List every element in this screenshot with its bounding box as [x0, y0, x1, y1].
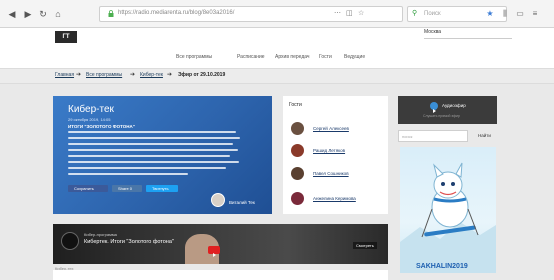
city-selector[interactable]: Москва — [424, 29, 441, 35]
guest-name[interactable]: Павел Сошников — [313, 171, 349, 176]
browser-search-placeholder: Поиск — [424, 11, 441, 17]
radio-label: Аудиоэфир — [442, 103, 466, 108]
live-radio-widget[interactable]: Аудиоэфир Слушать прямой эфир — [398, 96, 497, 124]
mascot-illustration — [400, 162, 496, 273]
guests-card: Гости Сергей Алексеев Рашид Летяков Паве… — [283, 96, 388, 214]
site-search-button[interactable]: Найти — [478, 133, 491, 138]
episode-subtitle: ИТОГИ "ЗОЛОТОГО ФОТОНА" — [68, 124, 135, 129]
breadcrumb-program[interactable]: Кибер-тек — [140, 72, 163, 78]
banner-caption: SAKHALIN2019 — [416, 263, 468, 270]
guest-name[interactable]: Анжелина Керимова — [313, 196, 356, 201]
description-line — [68, 131, 236, 133]
back-icon[interactable]: ◀ — [6, 8, 18, 20]
nav-guests[interactable]: Гости — [319, 54, 332, 60]
nav-schedule[interactable]: Расписание — [237, 54, 265, 60]
guest-avatar[interactable] — [291, 144, 304, 157]
bookmark-star-icon[interactable]: ★ — [485, 9, 495, 19]
episode-description — [68, 131, 243, 177]
sidebar-icon[interactable]: ▭ — [515, 9, 525, 19]
site-header — [0, 28, 554, 68]
lock-icon — [108, 10, 114, 17]
play-icon[interactable] — [430, 102, 438, 113]
description-line — [68, 143, 233, 145]
search-engine-icon: ⚲ — [412, 10, 418, 17]
episode-title: Кибер-тек — [68, 104, 114, 115]
reload-icon[interactable]: ↻ — [37, 8, 49, 20]
breadcrumb-home[interactable]: Главная — [55, 72, 74, 78]
breadcrumb — [0, 68, 554, 84]
description-line — [68, 173, 188, 175]
breadcrumb-arrow-icon: ➔ — [130, 72, 136, 78]
video-player[interactable]: Кибер-программа Кибертек. Итоги "Золотог… — [53, 224, 388, 264]
city-divider — [424, 38, 512, 39]
description-line — [68, 155, 230, 157]
watch-later-button[interactable]: Смотреть — [353, 242, 377, 249]
description-line — [68, 161, 239, 163]
share-twitter-label: Твитнуть — [152, 186, 169, 191]
sakhalin-banner[interactable]: SAKHALIN2019 — [400, 147, 496, 273]
channel-logo — [61, 232, 79, 250]
description-line — [68, 149, 238, 151]
site-search-placeholder: поиск — [402, 134, 413, 139]
guest-name[interactable]: Рашид Летяков — [313, 148, 345, 153]
share-save-label: Сохранить — [74, 186, 94, 191]
guest-avatar[interactable] — [291, 192, 304, 205]
breadcrumb-all-programs[interactable]: Все программы — [86, 72, 122, 78]
menu-icon[interactable]: ≡ — [530, 9, 540, 19]
play-icon[interactable] — [208, 246, 220, 257]
breadcrumb-arrow-icon: ➔ — [76, 72, 82, 78]
content-card — [53, 270, 388, 280]
library-icon[interactable]: ⫼ — [500, 9, 510, 19]
guest-avatar[interactable] — [291, 167, 304, 180]
episode-card: Кибер-тек 29 октября 2019, 14:05 ИТОГИ "… — [53, 96, 272, 214]
description-line — [68, 137, 240, 139]
radio-sublabel: Слушать прямой эфир — [423, 114, 460, 118]
guest-avatar[interactable] — [291, 122, 304, 135]
bookmark-icon[interactable]: ☆ — [358, 9, 364, 17]
nav-all-programs[interactable]: Все программы — [176, 54, 212, 60]
share-vk-label: Share 0 — [118, 186, 133, 191]
description-line — [68, 167, 226, 169]
video-channel[interactable]: Кибер-программа — [84, 232, 117, 237]
breadcrumb-current: Эфир от 29.10.2019 — [178, 72, 226, 78]
site-search-input[interactable]: поиск — [398, 130, 468, 142]
breadcrumb-arrow-icon: ➔ — [167, 72, 173, 78]
home-icon[interactable]: ⌂ — [52, 8, 64, 20]
guests-title: Гости — [289, 102, 302, 108]
share-twitter-button[interactable]: Твитнуть — [146, 185, 178, 192]
site-logo[interactable]: ГТ — [55, 31, 77, 43]
forward-icon[interactable]: ▶ — [22, 8, 34, 20]
episode-date: 29 октября 2019, 14:05 — [68, 117, 111, 122]
author-name[interactable]: Виталий Тек — [229, 200, 255, 205]
nav-hosts[interactable]: Ведущие — [344, 54, 365, 60]
share-save-button[interactable]: Сохранить — [68, 185, 108, 192]
url-text: https://radio.mediarenta.ru/blog/8e03a20… — [118, 10, 235, 16]
share-vk-button[interactable]: Share 0 — [112, 185, 142, 192]
guest-name[interactable]: Сергей Алексеев — [313, 126, 349, 131]
page-actions-icon[interactable]: ⋯ — [334, 9, 341, 17]
nav-archive[interactable]: Архив передач — [275, 54, 310, 60]
pocket-icon[interactable]: ◫ — [346, 9, 353, 17]
author-avatar — [211, 193, 225, 207]
video-title[interactable]: Кибертек. Итоги "Золотого фотона" — [84, 239, 174, 245]
